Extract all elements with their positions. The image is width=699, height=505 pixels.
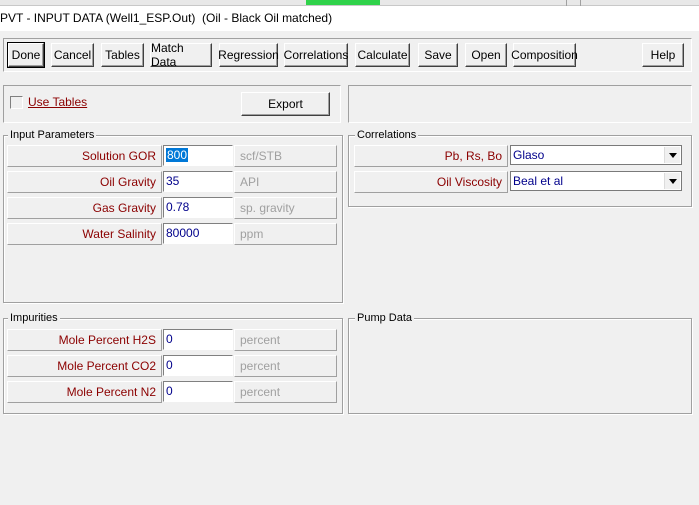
background-status-indicator xyxy=(306,0,380,5)
h2s-input[interactable]: 0 xyxy=(163,329,233,350)
use-tables-label-text: Use Tables xyxy=(28,95,88,109)
open-button[interactable]: Open xyxy=(465,43,507,67)
right-info-panel xyxy=(348,85,692,123)
input-parameters-title: Input Parameters xyxy=(8,129,97,141)
export-button[interactable]: Export xyxy=(241,92,330,116)
solution-gor-value: 800 xyxy=(166,148,189,162)
correlations-title: Correlations xyxy=(355,129,419,141)
tables-button[interactable]: Tables xyxy=(101,43,144,67)
solution-gor-label: Solution GOR xyxy=(7,145,162,167)
water-salinity-input[interactable]: 80000 xyxy=(163,223,233,244)
regression-button[interactable]: Regression xyxy=(218,43,279,67)
use-tables-label[interactable]: Use Tables xyxy=(28,95,87,109)
h2s-label: Mole Percent H2S xyxy=(7,329,162,351)
oil-gravity-input[interactable]: 35 xyxy=(163,171,233,192)
oil-gravity-unit: API xyxy=(234,171,337,193)
co2-input[interactable]: 0 xyxy=(163,355,233,376)
solution-gor-input[interactable]: 800 xyxy=(163,145,233,166)
use-tables-checkbox[interactable] xyxy=(10,96,23,109)
water-salinity-label: Water Salinity xyxy=(7,223,162,245)
gas-gravity-label: Gas Gravity xyxy=(7,197,162,219)
co2-unit: percent xyxy=(234,355,337,377)
n2-input[interactable]: 0 xyxy=(163,381,233,402)
h2s-unit: percent xyxy=(234,329,337,351)
window-title: PVT - INPUT DATA (Well1_ESP.Out) (Oil - … xyxy=(0,11,333,25)
n2-unit: percent xyxy=(234,381,337,403)
match-data-button[interactable]: Match Data xyxy=(150,41,212,69)
cancel-button[interactable]: Cancel xyxy=(51,43,94,67)
save-button[interactable]: Save xyxy=(418,43,458,67)
pb-rs-bo-value: Glaso xyxy=(513,148,545,162)
co2-label: Mole Percent CO2 xyxy=(7,355,162,377)
composition-button[interactable]: Composition xyxy=(511,43,578,67)
pb-rs-bo-select[interactable]: Glaso xyxy=(510,145,682,165)
oil-viscosity-select[interactable]: Beal et al xyxy=(510,171,682,191)
n2-label: Mole Percent N2 xyxy=(7,381,162,403)
help-button[interactable]: Help xyxy=(642,43,684,67)
chevron-down-icon[interactable] xyxy=(664,147,680,163)
oil-viscosity-value: Beal et al xyxy=(513,174,564,188)
gas-gravity-input[interactable]: 0.78 xyxy=(163,197,233,218)
gas-gravity-unit: sp. gravity xyxy=(234,197,337,219)
pb-rs-bo-label: Pb, Rs, Bo xyxy=(354,145,508,167)
pump-data-title: Pump Data xyxy=(355,312,415,324)
water-salinity-unit: ppm xyxy=(234,223,337,245)
oil-viscosity-label: Oil Viscosity xyxy=(354,171,508,193)
calculate-button[interactable]: Calculate xyxy=(355,43,410,67)
correlations-button[interactable]: Correlations xyxy=(284,43,348,67)
oil-gravity-label: Oil Gravity xyxy=(7,171,162,193)
done-button[interactable]: Done xyxy=(7,42,45,68)
pump-data-group xyxy=(348,318,692,414)
impurities-title: Impurities xyxy=(8,312,60,324)
chevron-down-icon[interactable] xyxy=(664,173,680,189)
solution-gor-unit: scf/STB xyxy=(234,145,337,167)
